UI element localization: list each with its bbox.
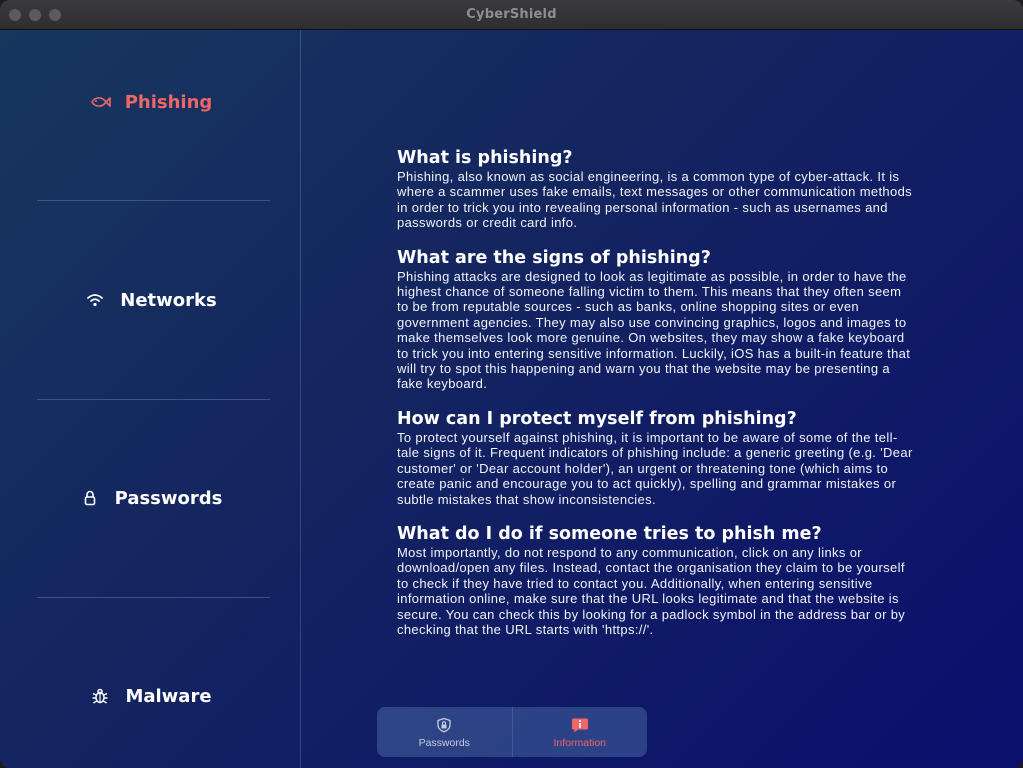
sidebar: Phishing Networks Passwords Malware [0,30,301,768]
tab-passwords[interactable]: Passwords [377,707,513,757]
info-content: What is phishing? Phishing, also known a… [397,147,913,653]
section-body: Phishing attacks are designed to look as… [397,268,911,392]
lock-icon [79,487,101,509]
info-section: What are the signs of phishing? Phishing… [397,247,913,392]
shield-lock-icon [435,716,453,734]
bug-icon [89,685,111,707]
sidebar-divider [37,597,270,598]
sidebar-item-label: Networks [120,289,217,311]
tab-label: Passwords [418,736,470,749]
sidebar-divider [37,399,270,400]
zoom-window-button[interactable] [49,9,61,21]
info-bubble-icon [571,716,589,734]
minimize-window-button[interactable] [29,9,41,21]
sidebar-item-label: Passwords [114,487,223,509]
sidebar-item-phishing[interactable]: Phishing [0,72,301,132]
window-controls [9,9,61,21]
sidebar-item-malware[interactable]: Malware [0,666,301,726]
tab-information[interactable]: Information [513,707,648,757]
sidebar-divider [37,200,270,201]
wifi-icon [84,289,106,311]
info-section: What is phishing? Phishing, also known a… [397,147,913,231]
sidebar-item-networks[interactable]: Networks [0,270,301,330]
tab-label: Information [553,736,607,749]
section-heading: What do I do if someone tries to phish m… [397,523,822,544]
close-window-button[interactable] [9,9,21,21]
section-body: Phishing, also known as social engineeri… [397,169,913,231]
info-section: What do I do if someone tries to phish m… [397,523,913,637]
tab-bar: Passwords Information [377,707,647,757]
sidebar-item-label: Phishing [124,91,213,113]
section-heading: What is phishing? [397,148,573,168]
sidebar-item-label: Malware [125,685,212,707]
section-body: To protect yourself against phishing, it… [397,429,913,507]
section-body: Most importantly, do not respond to any … [397,544,906,637]
info-section: How can I protect myself from phishing? … [397,408,913,507]
sidebar-item-passwords[interactable]: Passwords [0,468,301,528]
title-bar: CyberShield [0,0,1023,30]
window-title: CyberShield [466,7,557,22]
fish-icon [89,91,111,113]
app-window: CyberShield Phishing Networks Passwords … [0,0,1023,768]
section-heading: What are the signs of phishing? [397,247,711,268]
section-heading: How can I protect myself from phishing? [397,408,797,429]
